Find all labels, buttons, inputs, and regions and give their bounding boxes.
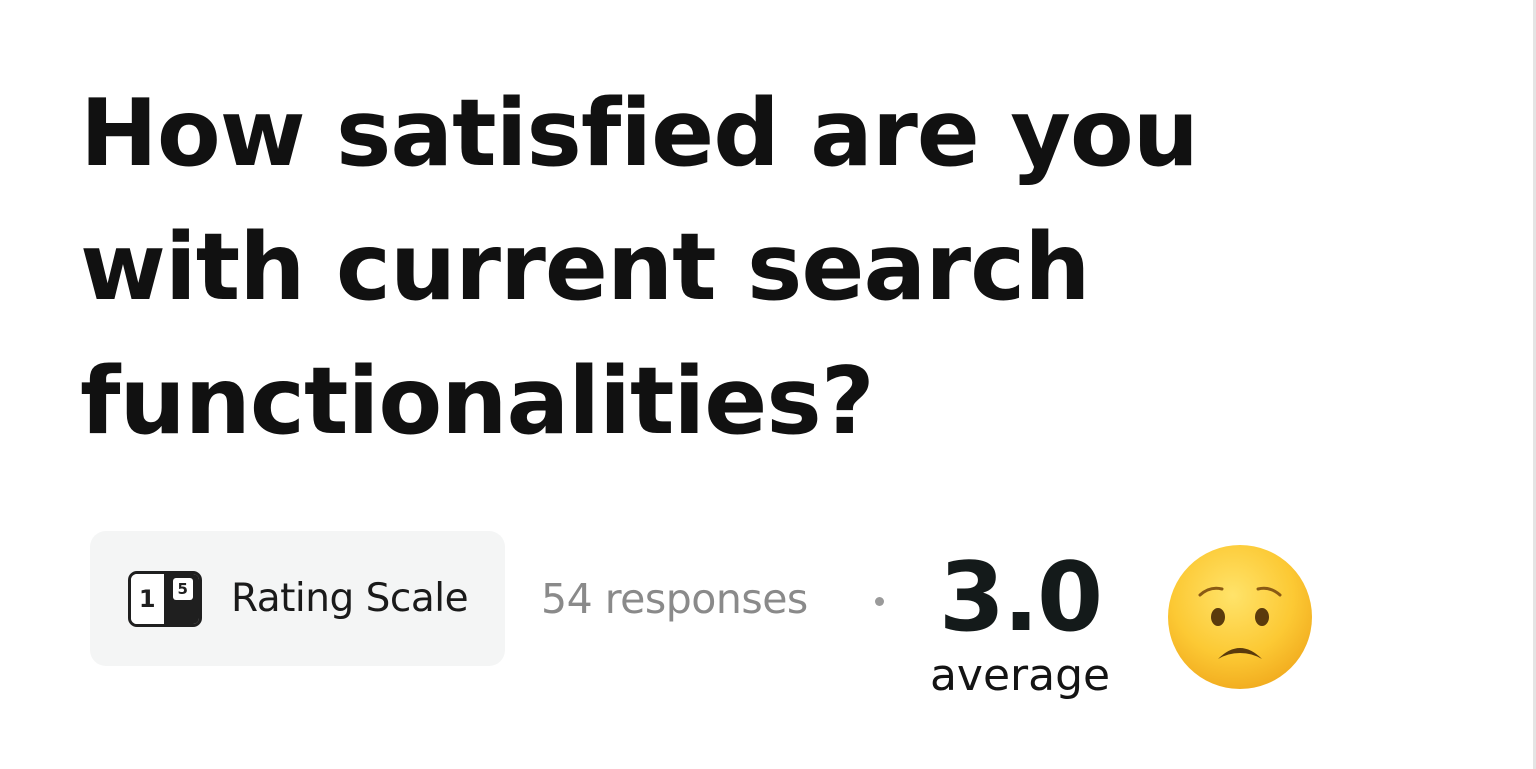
average-score: 3.0 average	[910, 543, 1130, 704]
average-value: 3.0	[938, 543, 1103, 653]
survey-result-card: How satisfied are you with current searc…	[0, 0, 1536, 769]
response-count: 54 responses	[541, 575, 808, 623]
question-type-chip: 1 5 Rating Scale	[90, 531, 505, 666]
worried-face-emoji-icon	[1168, 545, 1312, 689]
scale-max-digit: 5	[172, 577, 193, 600]
question-title: How satisfied are you with current searc…	[80, 79, 1199, 455]
separator-dot	[875, 597, 884, 606]
scale-max-cell: 5	[166, 573, 199, 624]
average-label: average	[929, 650, 1111, 701]
scale-min-digit: 1	[131, 573, 167, 624]
rating-scale-icon: 1 5	[128, 570, 202, 627]
question-type-label: Rating Scale	[231, 576, 469, 621]
